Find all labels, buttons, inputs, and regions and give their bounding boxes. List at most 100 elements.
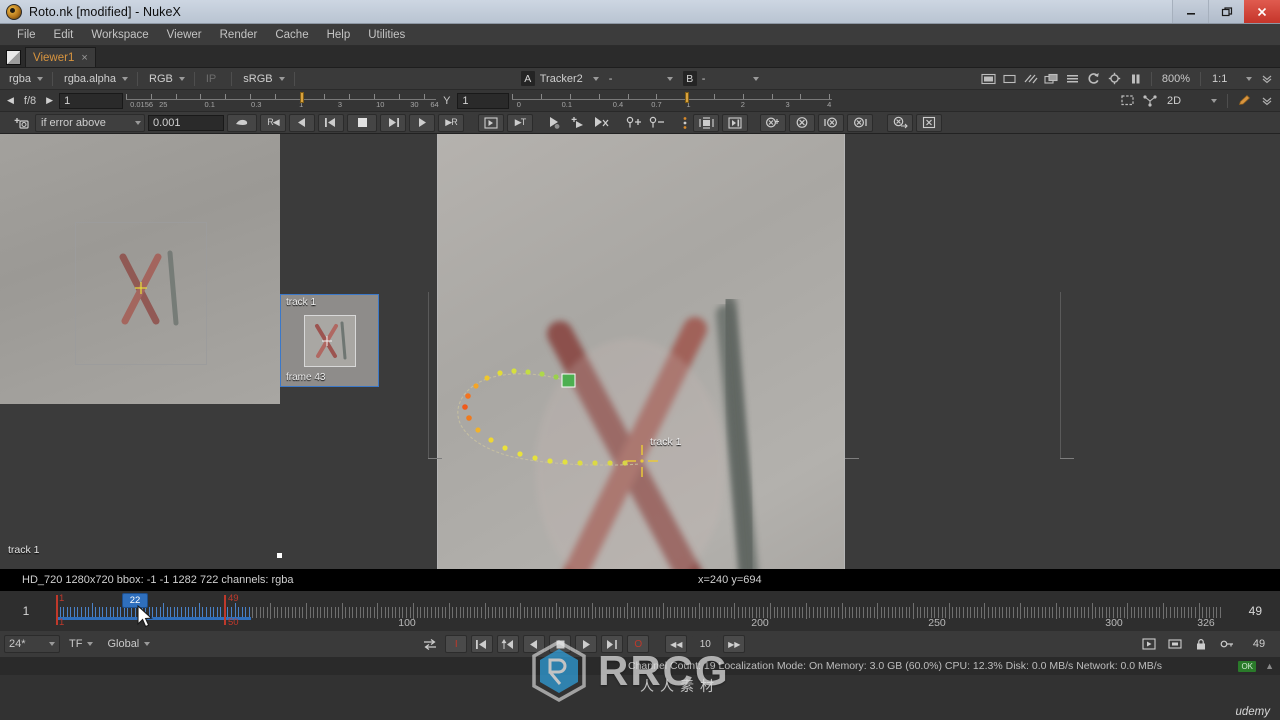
pen-icon[interactable] [1235,92,1254,109]
zoom-level[interactable]: 800% [1158,73,1194,85]
menu-file[interactable]: File [8,27,45,43]
step-increment-input[interactable]: 10 [691,635,720,653]
show-panel-icon[interactable] [722,113,748,132]
next-keyframe-icon[interactable] [601,635,624,653]
scope-combo[interactable]: Global [102,635,155,653]
downrez-combo[interactable]: 1:1 [1207,70,1255,87]
stop-icon[interactable] [347,113,377,132]
gain-icon[interactable] [1105,70,1124,87]
timeline-in-marker[interactable] [56,595,58,625]
track-forward-to-end-icon[interactable]: ▶R [438,113,464,132]
in-point-button[interactable]: I [445,635,468,653]
gamma-slider[interactable]: 0 0.1 0.4 0.7 1 2 3 4 [512,91,833,110]
refresh-icon[interactable] [1084,70,1103,87]
node-graph-icon[interactable] [1140,92,1159,109]
step-forward-button[interactable]: ▶▶ [723,635,746,653]
timeline-end-frame[interactable]: 49 [1249,604,1262,618]
channel-combo[interactable]: rgba.alpha [59,70,131,87]
colorspace-combo[interactable]: sRGB [238,70,287,87]
layer-combo[interactable]: RGB [144,70,188,87]
timeline-out-marker[interactable] [224,595,226,625]
menu-cache[interactable]: Cache [266,27,317,43]
delete-key-icon[interactable] [591,114,611,132]
channel-set-combo[interactable]: rgba [4,70,46,87]
play-forward-icon[interactable] [575,635,598,653]
wipe-icon[interactable] [979,70,998,87]
minimize-button[interactable] [1172,0,1208,23]
input-b-combo[interactable]: B - [678,70,762,87]
step-back-icon[interactable] [318,113,344,132]
clear-all-keys-icon[interactable] [789,113,815,132]
input-a-combo[interactable]: A Tracker2 [516,70,602,87]
menu-edit[interactable]: Edit [45,27,83,43]
error-threshold-input[interactable]: 0.001 [148,114,224,131]
gain-slider[interactable]: 0.0156 25 0.1 0.3 1 3 10 30 64 [126,91,439,110]
sync-icon[interactable] [419,635,441,653]
menu-help[interactable]: Help [318,27,360,43]
chevron-up-icon[interactable]: ▲ [1265,661,1274,671]
gamma-slider-handle[interactable] [685,91,690,103]
gain-input[interactable]: 1 [59,92,124,109]
step-forward-icon[interactable] [380,113,406,132]
menu-render[interactable]: Render [211,27,267,43]
roi-select-icon[interactable] [1118,92,1137,109]
track-backward-icon[interactable] [289,113,315,132]
clear-sel-icon[interactable] [887,113,913,132]
chevron-down-icon[interactable] [1257,70,1276,87]
timeline[interactable]: 1 1 1 49 50 22 100 200 250 300 326 49 [0,591,1280,631]
remove-user-track-icon[interactable] [648,114,668,132]
add-key-icon[interactable] [568,114,588,132]
clear-fwd-icon[interactable] [847,113,873,132]
gamma-input[interactable]: 1 [457,92,510,109]
view-mode-combo[interactable]: 2D [1162,92,1220,109]
transport-end-frame[interactable]: 49 [1242,635,1276,653]
cut-left-icon[interactable] [545,114,565,132]
tab-viewer1[interactable]: Viewer1 × [25,47,96,67]
keyframe-mode-combo[interactable]: if error above [35,113,145,132]
keyframe-box-icon[interactable] [478,113,504,132]
menu-workspace[interactable]: Workspace [82,27,157,43]
ip-toggle[interactable]: IP [201,70,225,87]
loop-icon[interactable] [1164,635,1186,653]
menu-utilities[interactable]: Utilities [359,27,414,43]
hide-icon[interactable] [916,113,942,132]
lock-icon[interactable] [1190,635,1212,653]
roi-icon[interactable] [1000,70,1019,87]
prev-keyframe-icon[interactable] [497,635,520,653]
timeline-current-frame[interactable]: 1 [0,604,52,618]
clear-key-icon[interactable] [760,113,786,132]
tab-close-icon[interactable]: × [81,52,87,64]
track-forward-icon[interactable] [409,113,435,132]
stop-icon[interactable] [549,635,572,653]
chevron-down-icon[interactable] [1257,92,1276,109]
fps-mode-combo[interactable]: TF [64,635,98,653]
add-user-track-icon[interactable] [625,114,645,132]
menu-viewer[interactable]: Viewer [158,27,211,43]
list-icon[interactable] [1063,70,1082,87]
step-backward-button[interactable]: ◀◀ [665,635,688,653]
center-view-icon[interactable] [693,113,719,132]
clear-icon[interactable] [227,113,257,132]
play-range-icon[interactable] [1138,635,1160,653]
fstop-prev-button[interactable]: ◀ [4,95,17,106]
pause-icon[interactable] [1126,70,1145,87]
panel-grip-icon[interactable] [6,50,21,65]
timeline-playhead[interactable]: 22 [122,593,148,608]
key-icon[interactable] [1216,635,1238,653]
first-frame-icon[interactable] [471,635,494,653]
keyframe-t-icon[interactable]: ▶T [507,113,533,132]
timeline-ruler[interactable]: 1 1 49 50 22 100 200 250 300 326 [56,591,1221,631]
clear-back-icon[interactable] [818,113,844,132]
close-button[interactable] [1244,0,1280,23]
overlay-icon[interactable] [1042,70,1061,87]
fps-combo[interactable]: 24* [4,635,60,653]
gain-slider-handle[interactable] [299,91,304,103]
menu-dots-icon[interactable] [680,114,690,132]
play-backward-icon[interactable] [523,635,546,653]
track-backward-to-start-icon[interactable]: R◀ [260,113,286,132]
out-point-button[interactable]: O [627,635,650,653]
viewer-canvas[interactable]: track 1 track 1 frame 43 track 1 [0,134,1280,569]
operation-combo[interactable]: - [604,70,676,87]
proxy-icon[interactable] [1021,70,1040,87]
add-track-icon[interactable] [12,114,32,132]
